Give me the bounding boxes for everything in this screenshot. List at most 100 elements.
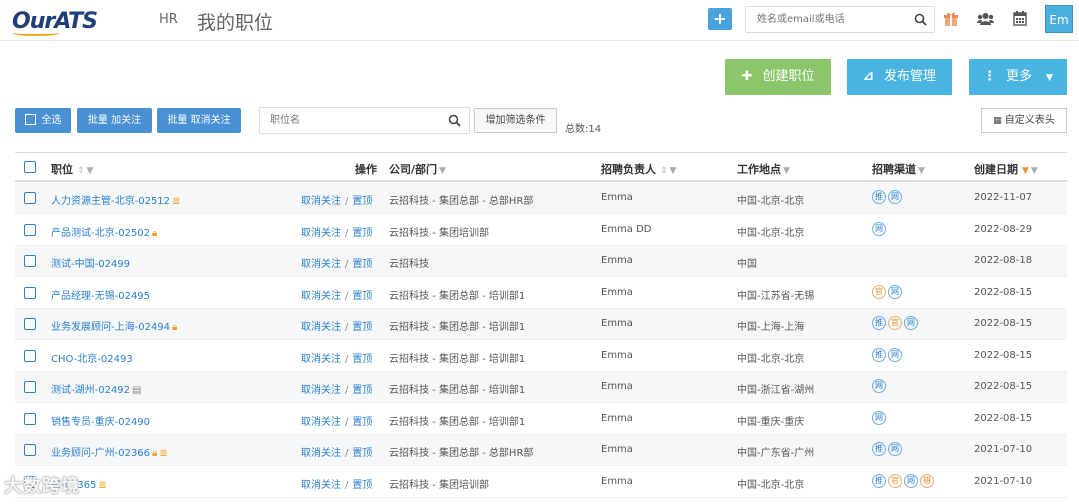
header-checkbox[interactable] [24,161,36,173]
created-date-cell: 2022-08-15 [974,318,1033,329]
unfollow-link[interactable]: 取消关注 [301,196,341,207]
select-all-label: 全选 [41,115,62,126]
row-checkbox[interactable] [24,444,36,456]
pin-link[interactable]: 置顶 [352,196,372,207]
th-dept[interactable]: 公司/部门 ▼ [389,161,446,177]
search-icon[interactable] [448,114,461,127]
row-checkbox[interactable] [24,192,36,204]
row-actions: 取消关注 / 置顶 [301,476,372,491]
unfollow-link[interactable]: 取消关注 [301,354,341,365]
select-all-button[interactable]: 全选 [15,108,71,133]
position-title-link[interactable]: 业务发展顾问-上海-02494 [51,322,170,333]
position-search-input[interactable] [260,108,440,133]
dept-cell: 云招科技 - 集团总部 - 培训部1 [389,290,526,302]
dept-cell: 云招科技 - 集团总部 - 培训部1 [389,322,526,333]
position-title-link[interactable]: 测试-湖州-02492 [51,385,130,396]
sort-icon[interactable]: ⇕ [660,166,668,176]
filter-icon[interactable]: ▼ [783,166,790,176]
row-checkbox[interactable] [24,412,36,425]
users-icon[interactable] [977,12,994,26]
sort-icon[interactable]: ⇕ [77,166,85,176]
position-title-link[interactable]: 人力资源主管-北京-02512 [51,196,170,207]
position-title-cell[interactable]: 人力资源主管-北京-02512 ≣ [51,192,180,207]
location-cell: 中国-江苏省-无锡 [737,290,815,302]
table-row: 京-02365 ≣ 取消关注 / 置顶 云招科技 - 集团培训部 Emma 中国-北京-北京 2… [15,467,1067,498]
custom-header-button[interactable]: ▦ 自定义表头 [981,108,1067,133]
position-title-link[interactable]: CHO-北京-02493 [51,354,133,365]
th-location[interactable]: 工作地点 ▼ [737,161,790,177]
position-title-cell[interactable]: 产品经理-无锡-02495 [51,287,150,302]
row-checkbox[interactable] [24,381,36,393]
owner-cell: Emma [601,286,633,298]
position-title-cell[interactable]: 测试-湖州-02492 ▤ [51,381,141,396]
unfollow-link[interactable]: 取消关注 [301,480,341,491]
calendar-icon[interactable] [1013,11,1027,26]
pin-link[interactable]: 置顶 [352,291,372,302]
plus-icon: ✚ [741,69,753,84]
pin-link[interactable]: 置顶 [352,385,372,396]
position-title-cell[interactable]: 销售专员-重庆-02490 [51,413,150,428]
pin-link[interactable]: 置顶 [352,259,372,270]
publish-management-button[interactable]: ⊿ 发布管理 [847,59,952,95]
position-title-link[interactable]: 业务顾问-广州-02366 [51,448,150,459]
pin-link[interactable]: 置顶 [352,228,372,239]
search-icon[interactable] [914,13,927,26]
unfollow-link[interactable]: 取消关注 [301,228,341,239]
unfollow-link[interactable]: 取消关注 [301,448,341,459]
lock-icon: 🔒︎ [172,322,178,333]
th-created[interactable]: 创建日期 ▼ ▼ [974,161,1038,177]
sort-desc-icon[interactable]: ▼ [1022,166,1029,176]
global-search-input[interactable] [746,7,906,32]
position-title-cell[interactable]: 业务发展顾问-上海-02494 🔒︎ [51,318,177,333]
table-row: CHO-北京-02493 取消关注 / 置顶 云招科技 - 集团总部 - 培训部1 Emm… [15,341,1067,372]
lock-icon: 🔒︎ [152,227,158,239]
th-channel-label: 招聘渠道 [872,163,916,176]
unfollow-link[interactable]: 取消关注 [301,291,341,302]
pin-link[interactable]: 置顶 [352,417,372,428]
channel-badge: 猎 [920,473,934,488]
filter-icon[interactable]: ▼ [439,166,446,176]
action-separator: / [345,259,349,270]
gift-icon[interactable] [944,11,958,27]
position-title-link[interactable]: 产品测试-北京-02502 [51,228,150,239]
more-button[interactable]: ⋮ 更多 ▼ [969,59,1067,95]
position-title-cell[interactable]: 产品测试-北京-02502 🔒︎ [51,224,157,239]
unfollow-link[interactable]: 取消关注 [301,385,341,396]
unfollow-link[interactable]: 取消关注 [301,417,341,428]
channel-badge: 网 [888,284,902,299]
create-position-button[interactable]: ✚ 创建职位 [725,59,831,95]
channel-badge: 网 [888,190,902,204]
row-checkbox[interactable] [24,286,36,299]
pin-link[interactable]: 置顶 [352,480,372,491]
pin-link[interactable]: 置顶 [352,448,372,459]
filter-icon[interactable]: ▼ [918,166,925,176]
row-checkbox[interactable] [24,318,36,330]
filter-icon[interactable]: ▼ [670,166,677,176]
pin-link[interactable]: 置顶 [352,322,372,333]
user-avatar[interactable]: Em [1045,5,1073,33]
position-title-link[interactable]: 测试-中国-02499 [51,259,130,270]
position-title-link[interactable]: 产品经理-无锡-02495 [51,291,150,302]
top-bar: OurATS HR 我的职位 + Em [0,0,1079,41]
channel-badge: 网 [872,221,886,236]
position-title-cell[interactable]: 测试-中国-02499 [51,255,130,270]
batch-unfollow-button[interactable]: 批量 取消关注 [157,108,241,133]
nav-hr[interactable]: HR [159,12,178,27]
position-title-cell[interactable]: 业务顾问-广州-02366 🔒︎ ≣ [51,444,168,459]
batch-follow-button[interactable]: 批量 加关注 [77,108,152,133]
add-filter-button[interactable]: 增加筛选条件 [474,108,557,133]
th-channel[interactable]: 招聘渠道 ▼ [872,161,925,177]
th-title[interactable]: 职位 ⇕ ▼ [51,161,93,177]
row-checkbox[interactable] [24,349,36,362]
position-title-cell[interactable]: CHO-北京-02493 [51,350,133,365]
unfollow-link[interactable]: 取消关注 [301,259,341,270]
row-checkbox[interactable] [24,255,36,267]
unfollow-link[interactable]: 取消关注 [301,322,341,333]
position-title-link[interactable]: 销售专员-重庆-02490 [51,417,150,428]
row-checkbox[interactable] [24,223,36,236]
th-owner[interactable]: 招聘负责人 ⇕ ▼ [601,161,676,177]
add-button[interactable]: + [708,8,732,30]
filter-icon[interactable]: ▼ [1031,166,1038,176]
pin-link[interactable]: 置顶 [352,354,372,365]
filter-icon[interactable]: ▼ [87,166,94,176]
